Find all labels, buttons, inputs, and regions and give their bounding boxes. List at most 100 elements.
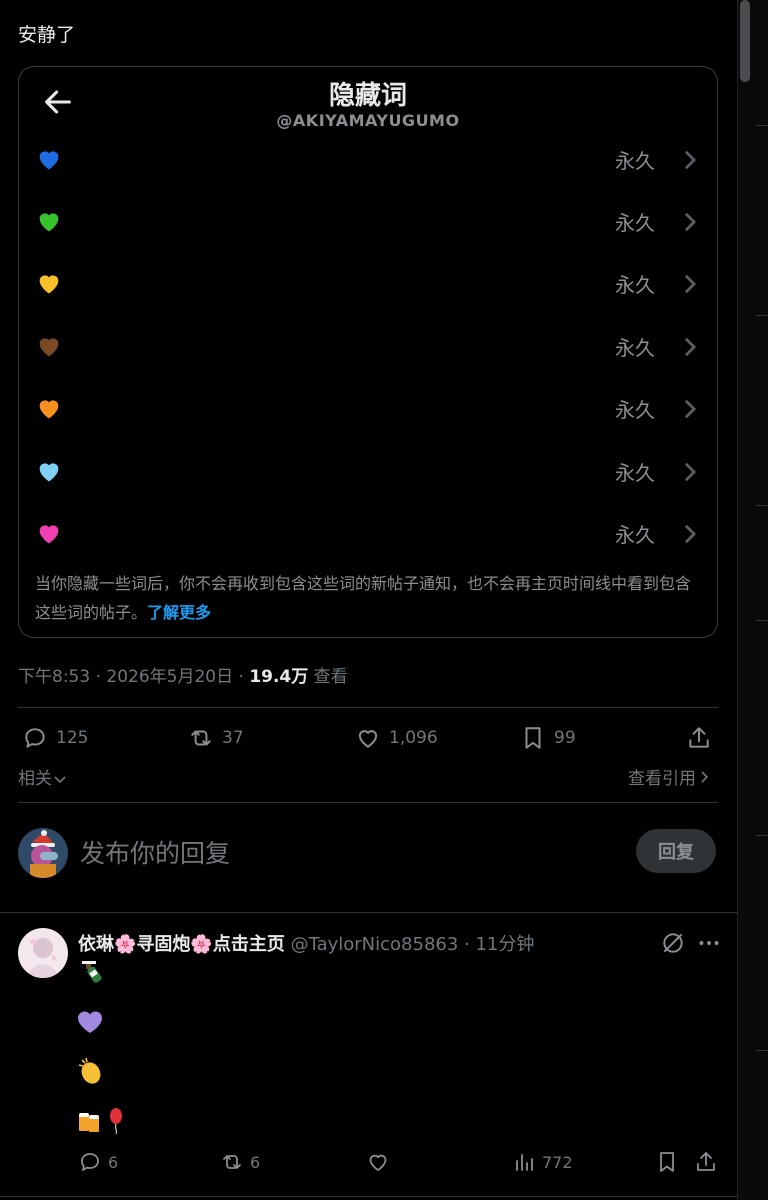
chevron-right-icon <box>684 150 697 170</box>
reply-author-name[interactable]: 依琳🌸寻固炮🌸点击主页 <box>78 934 285 955</box>
muted-word-row[interactable]: 永久 <box>19 197 717 247</box>
view-quotes-label: 查看引用 <box>628 769 696 789</box>
muted-word-row[interactable]: 永久 <box>19 322 717 372</box>
view-label: 查看 <box>308 667 348 687</box>
muted-word-row[interactable]: 永久 <box>19 135 717 185</box>
like-count: 1,096 <box>389 728 438 748</box>
chevron-right-icon <box>684 399 697 419</box>
bottle-icon <box>82 961 102 983</box>
divider <box>756 620 768 621</box>
green-heart-icon <box>39 213 59 232</box>
bookmark-icon <box>525 727 541 749</box>
tweet-meta: 下午8:53 · 2026年5月20日 · 19.4万 查看 <box>18 662 348 687</box>
reply-count: 125 <box>56 728 89 748</box>
reply-count: 6 <box>108 1152 119 1172</box>
view-count: 19.4万 <box>249 667 309 687</box>
share-icon <box>689 727 709 748</box>
divider <box>18 707 718 708</box>
grok-icon[interactable] <box>660 930 686 956</box>
like-action[interactable] <box>366 1148 396 1176</box>
reply-author-handle[interactable]: @TaylorNico85863 <box>291 934 459 955</box>
duration-label: 永久 <box>615 461 655 485</box>
scrollbar-track[interactable] <box>737 0 768 1200</box>
view-quotes-link[interactable]: 查看引用 <box>628 764 710 789</box>
chevron-right-icon <box>684 274 697 294</box>
divider <box>756 835 768 836</box>
divider <box>756 125 768 126</box>
related-label: 相关 <box>18 769 52 789</box>
retweet-icon <box>191 730 211 746</box>
share-icon <box>697 1152 715 1171</box>
reply-action[interactable]: 125 <box>22 722 88 754</box>
more-icon[interactable] <box>696 930 722 956</box>
chevron-right-icon <box>701 771 709 783</box>
reply-icon <box>81 1153 99 1171</box>
duration-label: 永久 <box>615 523 655 547</box>
bookmark-action[interactable]: 99 <box>520 722 576 754</box>
reply-button[interactable]: 回复 <box>636 829 716 873</box>
card-title: 隐藏词 <box>328 81 407 111</box>
bookmark-icon <box>660 1152 674 1172</box>
muted-word-row[interactable]: 永久 <box>19 509 717 559</box>
retweet-action[interactable]: 6 <box>220 1148 260 1176</box>
duration-label: 永久 <box>615 211 655 235</box>
avatar[interactable] <box>18 928 68 978</box>
divider <box>0 1196 738 1197</box>
duration-label: 永久 <box>615 149 655 173</box>
note-text: 当你隐藏一些词后，你不会再收到包含这些词的新帖子通知，也不会再主页时间线中看到包… <box>35 574 692 622</box>
views-action[interactable]: 772 <box>512 1148 573 1176</box>
bar-chart-icon <box>516 1154 533 1171</box>
reply-input[interactable]: 发布你的回复 <box>80 834 230 870</box>
divider <box>756 1050 768 1051</box>
retweet-icon <box>223 1155 241 1169</box>
chevron-right-icon <box>684 524 697 544</box>
card-handle: @AKIYAMAYUGUMO <box>276 111 460 130</box>
muted-words-card[interactable]: 隐藏词 @AKIYAMAYUGUMO 永久 永久 永久 永久 永久 永久 永久 … <box>18 66 718 638</box>
reply-header: 依琳🌸寻固炮🌸点击主页 @TaylorNico85863 · 11分钟 <box>78 930 534 956</box>
retweet-count: 37 <box>222 728 244 748</box>
chevron-right-icon <box>684 212 697 232</box>
divider <box>18 802 718 803</box>
divider <box>756 505 768 506</box>
like-action[interactable]: 1,096 <box>355 722 438 754</box>
muted-word-row[interactable]: 永久 <box>19 259 717 309</box>
duration-label: 永久 <box>615 398 655 422</box>
card-note: 当你隐藏一些词后，你不会再收到包含这些词的新帖子通知，也不会再主页时间线中看到包… <box>35 569 705 627</box>
avatar[interactable] <box>18 828 68 878</box>
brown-heart-icon <box>39 338 59 357</box>
share-action[interactable] <box>686 722 720 754</box>
avatar-image <box>18 828 68 878</box>
reply-time[interactable]: · 11分钟 <box>458 934 534 955</box>
light-blue-heart-icon <box>39 463 59 482</box>
related-toggle[interactable]: 相关 <box>18 764 66 789</box>
avatar-image <box>18 928 68 978</box>
duration-label: 永久 <box>615 336 655 360</box>
bookmark-count: 99 <box>554 728 576 748</box>
retweet-count: 6 <box>250 1152 261 1172</box>
reply-icon <box>25 728 45 748</box>
reply-header-actions <box>660 930 722 956</box>
share-action[interactable] <box>694 1148 724 1176</box>
divider <box>0 912 738 913</box>
muted-word-row[interactable]: 永久 <box>19 384 717 434</box>
duration-label: 永久 <box>615 273 655 297</box>
divider <box>756 315 768 316</box>
purple-heart-icon <box>77 1011 103 1033</box>
chevron-down-icon <box>54 776 66 784</box>
muted-word-row[interactable]: 永久 <box>19 447 717 497</box>
bookmark-action[interactable] <box>655 1148 685 1176</box>
reply-action[interactable]: 6 <box>78 1148 118 1176</box>
orange-heart-icon <box>39 400 59 419</box>
view-count: 772 <box>542 1152 573 1172</box>
learn-more-link[interactable]: 了解更多 <box>147 603 211 622</box>
heart-outline-icon <box>369 1154 387 1171</box>
pink-heart-icon <box>39 525 59 544</box>
tweet-text: 安静了 <box>18 24 76 46</box>
heart-outline-icon <box>358 730 378 748</box>
blue-heart-icon <box>39 151 59 170</box>
retweet-action[interactable]: 37 <box>188 722 244 754</box>
chevron-right-icon <box>684 462 697 482</box>
tweet-timestamp[interactable]: 下午8:53 · 2026年5月20日 · <box>18 667 249 687</box>
scrollbar-thumb[interactable] <box>740 0 750 82</box>
clapping-hands-icon <box>78 1057 101 1084</box>
